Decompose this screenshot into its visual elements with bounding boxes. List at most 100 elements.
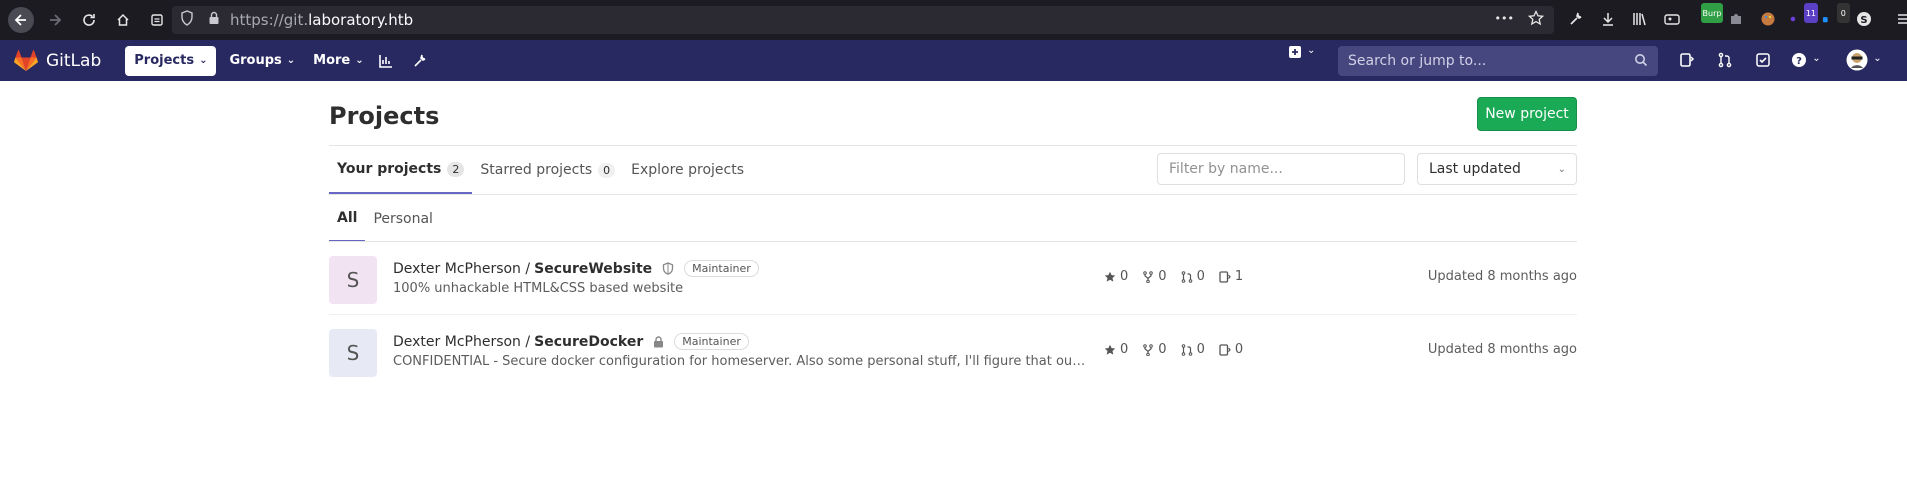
reload-icon[interactable] (76, 7, 102, 33)
search-placeholder: Search or jump to... (1348, 53, 1487, 69)
tab-explore-projects[interactable]: Explore projects (623, 146, 752, 194)
sort-selected-value: Last updated (1429, 161, 1521, 177)
lock-icon (653, 335, 664, 348)
chevron-down-icon: ⌄ (1873, 52, 1882, 64)
more-dropdown[interactable]: More ⌄ (304, 46, 373, 76)
tab-label: Starred projects (480, 162, 593, 178)
issues-icon[interactable] (1674, 45, 1700, 75)
page-actions-icon[interactable]: ••• (1495, 12, 1514, 30)
projects-label: Projects (134, 53, 195, 68)
todo-icon[interactable] (1750, 45, 1776, 75)
back-icon[interactable] (8, 7, 34, 33)
issue-count[interactable]: 0 (1219, 342, 1243, 357)
star-icon (1104, 344, 1116, 355)
stat-value: 0 (1234, 342, 1244, 357)
updated-timestamp: Updated 8 months ago (1427, 342, 1577, 357)
svg-text:?: ? (1796, 56, 1802, 67)
projects-dropdown[interactable]: Projects ⌄ (125, 45, 217, 76)
search-icon (1634, 53, 1648, 71)
filter-placeholder: Filter by name... (1169, 161, 1283, 177)
star-count[interactable]: 0 (1104, 269, 1128, 284)
home-icon[interactable] (110, 7, 136, 33)
admin-wrench-icon[interactable] (407, 46, 433, 76)
merge-request-count[interactable]: 0 (1181, 269, 1205, 284)
tab-count-badge: 0 (598, 162, 616, 178)
fork-count[interactable]: 0 (1142, 342, 1167, 357)
stat-value: 0 (1196, 342, 1205, 357)
project-avatar[interactable]: S (329, 256, 377, 304)
user-menu-dropdown[interactable]: ⌄ (1844, 45, 1884, 75)
avatar (1846, 49, 1868, 71)
project-name: SecureDocker (534, 333, 644, 350)
shield-icon (662, 262, 674, 275)
role-badge: Maintainer (674, 333, 749, 350)
chevron-down-icon: ⌄ (1557, 163, 1566, 175)
library-icon[interactable] (1630, 9, 1650, 29)
project-stats: 0 0 0 0 (1104, 342, 1243, 357)
chevron-down-icon: ⌄ (1812, 52, 1821, 64)
address-bar[interactable]: https://git.laboratory.htb ••• (172, 6, 1554, 34)
new-item-dropdown[interactable]: ⌄ (1288, 45, 1315, 59)
fork-count[interactable]: 0 (1142, 269, 1167, 284)
tab-label: Explore projects (631, 162, 745, 178)
search-input[interactable]: Search or jump to... (1338, 46, 1658, 76)
stat-value: 0 (1120, 342, 1129, 357)
star-icon (1104, 271, 1116, 282)
forward-icon[interactable] (42, 7, 68, 33)
tab-label: Your projects (337, 161, 442, 177)
issue-count[interactable]: 1 (1219, 269, 1243, 284)
download-icon[interactable] (1598, 9, 1618, 29)
project-row: S Dexter McPherson / SecureDocker Mainta… (329, 315, 1577, 387)
project-avatar[interactable]: S (329, 329, 377, 377)
bookmark-star-icon[interactable] (1527, 9, 1545, 30)
divider (329, 194, 1577, 195)
page-title: Projects (329, 102, 440, 130)
stat-value: 0 (1158, 342, 1167, 357)
subtab-personal[interactable]: Personal (365, 195, 441, 242)
groups-dropdown[interactable]: Groups ⌄ (220, 46, 304, 76)
stat-value: 0 (1196, 269, 1205, 284)
browser-toolbar: https://git.laboratory.htb ••• Burp 11 0… (0, 0, 1907, 40)
s-extension-icon[interactable]: S (1854, 9, 1874, 29)
activity-chart-icon[interactable] (373, 46, 399, 76)
reader-icon[interactable] (144, 7, 170, 33)
palette-icon[interactable] (1758, 9, 1778, 29)
foxyproxy-icon[interactable]: 0 (1822, 3, 1850, 29)
stat-value: 0 (1120, 269, 1129, 284)
merge-request-count[interactable]: 0 (1181, 342, 1205, 357)
project-tabs: Your projects 2 Starred projects 0 Explo… (329, 146, 752, 194)
project-title[interactable]: Dexter McPherson / SecureDocker Maintain… (393, 333, 749, 350)
filter-by-name-input[interactable]: Filter by name... (1157, 153, 1405, 185)
tab-count-badge: 2 (447, 161, 465, 177)
star-count[interactable]: 0 (1104, 342, 1128, 357)
avatar-letter: S (346, 341, 360, 365)
tab-label: All (337, 209, 358, 226)
help-dropdown[interactable]: ? ⌄ (1788, 45, 1824, 75)
project-namespace: Dexter McPherson / (393, 333, 531, 350)
extension-puzzle-icon[interactable] (1726, 9, 1746, 29)
wrench-icon[interactable] (1566, 9, 1586, 29)
menu-icon[interactable] (1894, 9, 1907, 29)
project-row: S Dexter McPherson / SecureWebsite Maint… (329, 242, 1577, 315)
merge-request-icon[interactable] (1712, 45, 1738, 75)
project-namespace: Dexter McPherson / (393, 260, 531, 277)
gitlab-logo[interactable]: GitLab (14, 49, 102, 72)
project-title[interactable]: Dexter McPherson / SecureWebsite Maintai… (393, 260, 759, 277)
chevron-down-icon: ⌄ (1307, 44, 1316, 56)
burp-extension-icon[interactable]: Burp (1694, 3, 1724, 29)
project-description: CONFIDENTIAL - Secure docker configurati… (393, 354, 1089, 369)
issues-icon (1219, 270, 1231, 283)
container-icon[interactable] (1662, 9, 1682, 29)
cube-extension-icon[interactable]: 11 (1790, 3, 1818, 29)
subtab-all[interactable]: All (329, 195, 366, 242)
stat-value: 1 (1234, 269, 1244, 284)
gitlab-logo-text: GitLab (46, 50, 102, 71)
updated-timestamp: Updated 8 months ago (1427, 269, 1577, 284)
sort-dropdown[interactable]: Last updated ⌄ (1417, 153, 1577, 185)
issues-icon (1219, 343, 1231, 356)
tab-label: Personal (373, 210, 433, 227)
gitlab-navbar: GitLab Projects ⌄ Groups ⌄ More ⌄ ⌄ Sear… (0, 40, 1907, 81)
tab-starred-projects[interactable]: Starred projects 0 (472, 146, 623, 194)
new-project-button[interactable]: New project (1477, 97, 1577, 131)
tab-your-projects[interactable]: Your projects 2 (329, 146, 473, 194)
